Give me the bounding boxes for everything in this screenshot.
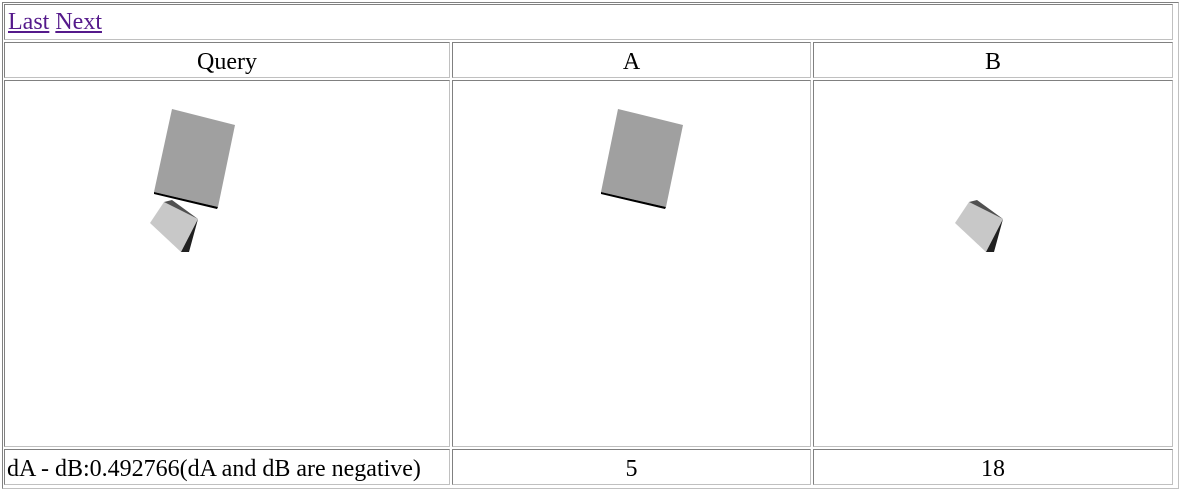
- footer-a-value: 5: [452, 449, 811, 485]
- footer-b-value: 18: [813, 449, 1173, 485]
- last-link[interactable]: Last: [8, 9, 49, 35]
- a-tall-box: [601, 109, 683, 209]
- header-a: A: [452, 42, 811, 78]
- nav-bar: Last Next: [4, 4, 1173, 40]
- a-render-image: [601, 109, 683, 209]
- footer-query-score: dA - dB:0.492766(dA and dB are negative): [4, 449, 450, 485]
- b-image-cell: [813, 80, 1173, 447]
- next-link[interactable]: Next: [55, 9, 102, 35]
- b-render-image: [955, 200, 1003, 252]
- query-tall-box: [154, 109, 235, 209]
- query-render-image: [150, 109, 235, 252]
- a-image-cell: [452, 80, 811, 447]
- b-small-cube: [955, 200, 1003, 252]
- header-b: B: [813, 42, 1173, 78]
- header-query: Query: [4, 42, 450, 78]
- query-image-cell: [4, 80, 450, 447]
- query-small-cube: [150, 200, 198, 252]
